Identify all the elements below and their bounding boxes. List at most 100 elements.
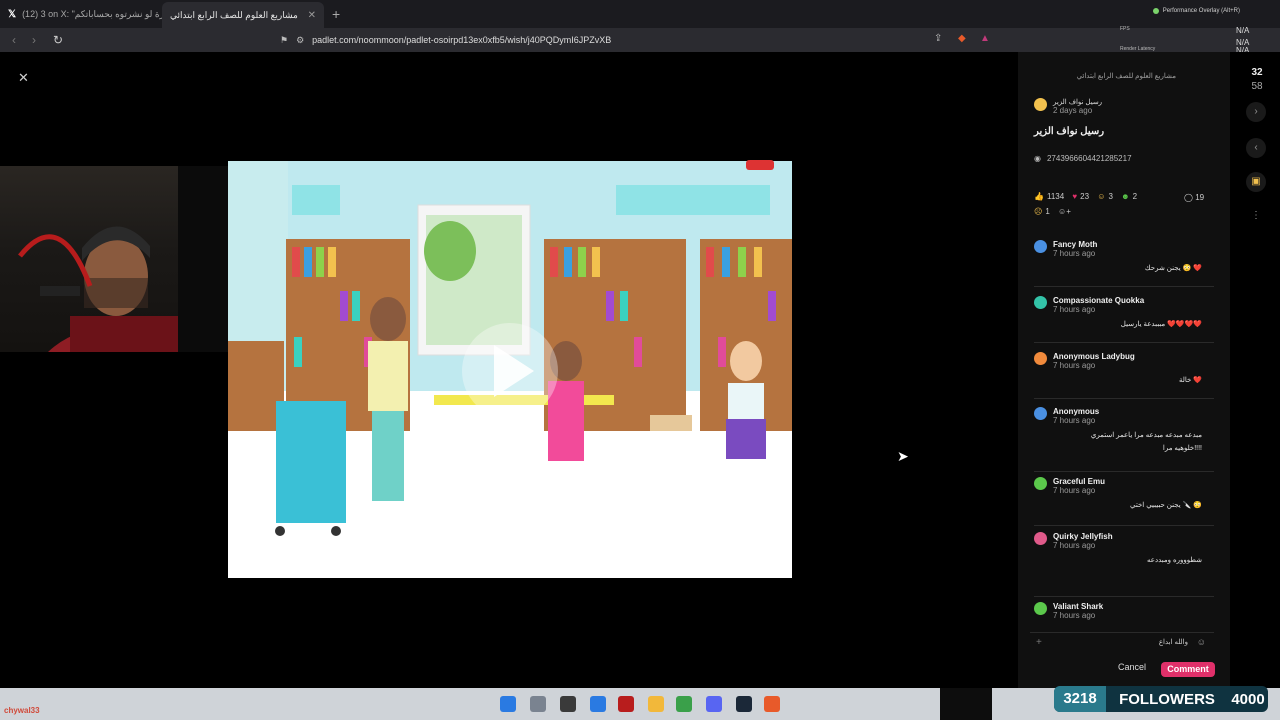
task-view-icon[interactable]: [560, 696, 576, 712]
view-count-top: 32: [1251, 67, 1263, 78]
comment-count-value: 19: [1195, 193, 1205, 202]
comment-item: Anonymous 7 hours ago مبدعه مبدعه مبدعه …: [1034, 407, 1216, 472]
tab-x[interactable]: 𝕏 (12) 3 on X: "ذاكرة لو نشرتوه بحساباتك…: [0, 2, 162, 26]
add-reaction-button[interactable]: ☺+: [1058, 207, 1071, 216]
avatar: [1034, 296, 1047, 309]
comment-time: 7 hours ago: [1053, 416, 1096, 425]
record-indicator: [746, 160, 774, 170]
divider: [1034, 398, 1214, 399]
sick-face-icon: ☻: [1121, 192, 1130, 201]
note-icon[interactable]: ▣: [1246, 172, 1266, 192]
discord-icon[interactable]: [706, 696, 722, 712]
reaction-heart[interactable]: ♥ 23: [1072, 192, 1089, 201]
close-tab-icon[interactable]: ✕: [308, 10, 316, 21]
followers-count: 3218: [1054, 686, 1106, 712]
new-tab-button[interactable]: +: [324, 6, 348, 22]
na-value: N/A: [1236, 26, 1250, 35]
comment-author: Anonymous: [1053, 407, 1100, 416]
comment-body: يجنن حبيبيي اختي 🔪 😳: [1130, 502, 1202, 509]
share-icon[interactable]: ⇪: [934, 33, 942, 44]
post-author: رسيل نواف الزير 2 days ago: [1034, 98, 1102, 115]
comment-item: Graceful Emu 7 hours ago يجنن حبيبيي اخت…: [1034, 477, 1216, 526]
reaction-sick[interactable]: ☻ 2: [1121, 192, 1137, 201]
comment-time: 7 hours ago: [1053, 249, 1096, 258]
reaction-count: 23: [1080, 192, 1090, 201]
windows-start-icon[interactable]: [500, 696, 516, 712]
followers-label: FOLLOWERS: [1119, 690, 1215, 708]
reaction-thumbs-up[interactable]: 👍 1134: [1034, 192, 1064, 201]
avatar: [1034, 602, 1047, 615]
x-logo-icon: 𝕏: [8, 8, 17, 20]
back-icon[interactable]: ‹: [4, 33, 24, 47]
tab-label: (12) 3 on X: "ذاكرة لو نشرتوه بحساباتكم": [22, 8, 162, 19]
comment-body: شطوووره ومبددعه: [1147, 557, 1202, 564]
comment-body: مبببدعة يارسيل ❤️❤️❤️❤️: [1120, 321, 1202, 328]
store-icon[interactable]: [590, 696, 606, 712]
comment-item: Anonymous Ladybug 7 hours ago خالة ❤️: [1034, 352, 1216, 399]
mouse-cursor-icon: ➤: [897, 448, 909, 464]
divider: [1034, 525, 1214, 526]
next-post-icon[interactable]: ›: [1246, 102, 1266, 122]
more-options-icon[interactable]: ⋮: [1246, 206, 1266, 226]
brave-icon[interactable]: [764, 696, 780, 712]
tab-padlet[interactable]: مشاريع العلوم للصف الرابع ابتدائي ✕: [162, 2, 324, 28]
cancel-button[interactable]: Cancel: [1118, 662, 1146, 672]
reaction-count: 1: [1045, 207, 1050, 216]
comment-composer[interactable]: + والله ابداع ☺: [1030, 632, 1214, 652]
divider: [1034, 342, 1214, 343]
previous-post-icon[interactable]: ‹: [1246, 138, 1266, 158]
comment-time: 7 hours ago: [1053, 305, 1096, 314]
hash-icon: ◉: [1034, 154, 1041, 163]
app-icon[interactable]: [618, 696, 634, 712]
cry-face-icon: ☹: [1034, 207, 1043, 216]
comment-bubble-icon: ◯: [1184, 193, 1193, 202]
comment-body: يجنن شرحك 😳 ❤️: [1144, 265, 1202, 272]
folder-icon[interactable]: [648, 696, 664, 712]
site-info-icon[interactable]: ⚙: [296, 35, 304, 46]
reaction-laugh[interactable]: ☺ 3: [1097, 192, 1113, 201]
fps-label: FPS: [1120, 26, 1130, 32]
comment-time: 7 hours ago: [1053, 486, 1096, 495]
url-field[interactable]: ⚑ ⚙ padlet.com/noommoon/padlet-osoirpd13…: [280, 31, 998, 49]
comment-author: Fancy Moth: [1053, 240, 1098, 249]
post-id: 2743966604421285217: [1046, 154, 1132, 163]
comment-input[interactable]: والله ابداع: [1159, 638, 1188, 646]
author-time: 2 days ago: [1053, 106, 1093, 115]
laugh-icon: ☺: [1097, 192, 1106, 201]
bookmark-icon[interactable]: ⚑: [280, 35, 288, 46]
followers-goal: 4000: [1231, 690, 1265, 708]
comment-author: Quirky Jellyfish: [1053, 532, 1113, 541]
reload-icon[interactable]: ↻: [48, 33, 68, 47]
avatar: [1034, 532, 1047, 545]
divider: [1034, 286, 1214, 287]
comment-button[interactable]: Comment: [1161, 662, 1215, 677]
breadcrumb[interactable]: مشاريع العلوم للصف الرابع ابتدائي: [1077, 72, 1176, 80]
comment-time: 7 hours ago: [1053, 611, 1096, 620]
reaction-cry[interactable]: ☹ 1: [1034, 207, 1050, 216]
steam-icon[interactable]: [736, 696, 752, 712]
thumbs-up-icon: 👍: [1034, 192, 1044, 201]
brave-rewards-icon[interactable]: ▲: [980, 33, 990, 44]
close-icon[interactable]: ✕: [18, 70, 29, 86]
tab-label: مشاريع العلوم للصف الرابع ابتدائي: [170, 9, 298, 20]
emoji-icon[interactable]: ☺: [1197, 637, 1206, 647]
divider: [1034, 596, 1214, 597]
comment-author: Anonymous Ladybug: [1053, 352, 1135, 361]
url-text: padlet.com/noommoon/padlet-osoirpd13ex0x…: [312, 35, 612, 45]
reaction-count: 1134: [1046, 192, 1065, 201]
avatar: [1034, 352, 1047, 365]
reaction-count: 3: [1108, 192, 1113, 201]
comment-item: Compassionate Quokka 7 hours ago مبببدعة…: [1034, 296, 1216, 343]
comment-count[interactable]: ◯ 19: [1184, 193, 1204, 202]
video-player[interactable]: [228, 161, 792, 578]
avatar: [1034, 240, 1047, 253]
overlay-stats: FPS Render Latency N/A N/A N/A: [1112, 0, 1280, 55]
forward-icon[interactable]: ›: [24, 33, 44, 47]
avatar: [1034, 98, 1047, 111]
attach-icon[interactable]: +: [1036, 637, 1042, 648]
comment-time: 7 hours ago: [1053, 361, 1096, 370]
brave-shield-icon[interactable]: ◆: [958, 33, 966, 44]
chrome-icon[interactable]: [676, 696, 692, 712]
search-icon[interactable]: [530, 696, 546, 712]
post-title: رسيل نواف الزير: [1034, 126, 1105, 137]
